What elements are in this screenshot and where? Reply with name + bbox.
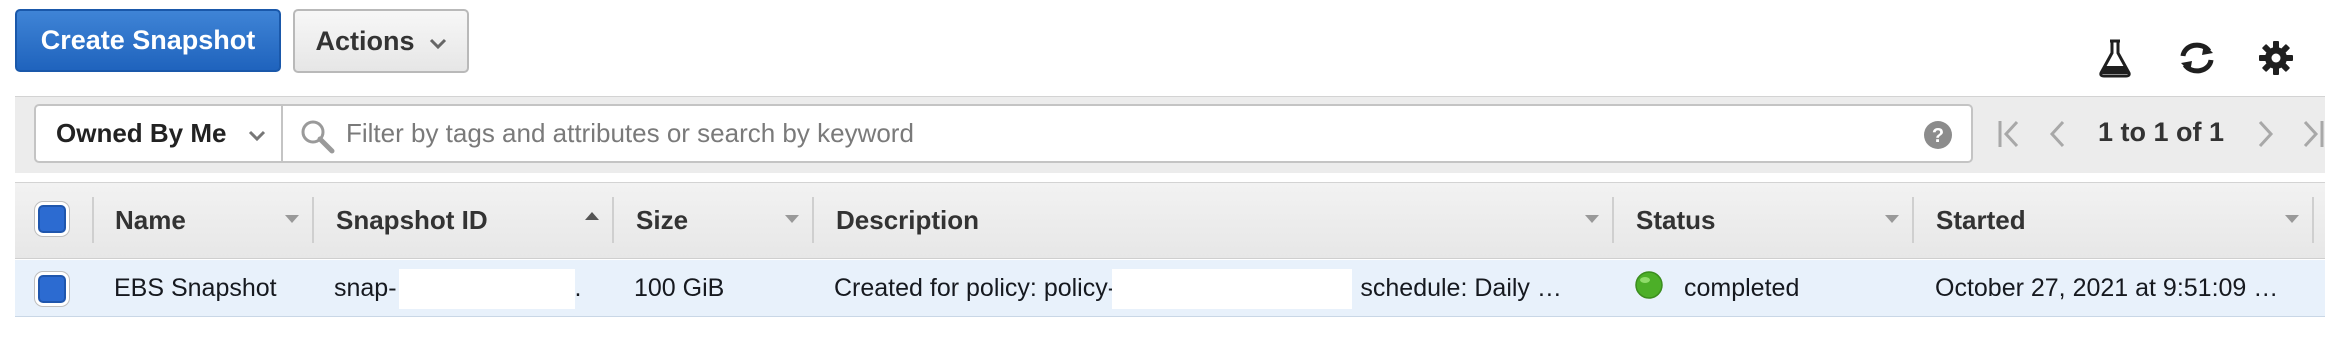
- row-snapshot-id-cell: snap- .: [334, 260, 582, 317]
- column-header-status[interactable]: Status: [1636, 182, 1715, 259]
- row-description-cell: Created for policy: policy-( schedule: D…: [834, 260, 1562, 317]
- column-header-snapshot-id[interactable]: Snapshot ID: [336, 182, 488, 259]
- svg-text:?: ?: [1932, 125, 1944, 147]
- column-divider: [92, 197, 94, 243]
- owner-filter-dropdown[interactable]: Owned By Me: [34, 104, 283, 163]
- flask-icon[interactable]: [2093, 36, 2137, 80]
- status-indicator-icon: [1634, 270, 1664, 307]
- column-divider: [2312, 197, 2314, 243]
- create-snapshot-button[interactable]: Create Snapshot: [15, 9, 281, 72]
- sort-caret-icon[interactable]: [1585, 215, 1599, 223]
- actions-label: Actions: [315, 25, 415, 56]
- column-header-size[interactable]: Size: [636, 182, 688, 259]
- pagination-text: 1 to 1 of 1: [2098, 117, 2225, 147]
- column-divider: [812, 197, 814, 243]
- column-divider: [1912, 197, 1914, 243]
- search-box[interactable]: ?: [283, 104, 1973, 163]
- search-input[interactable]: [346, 106, 1886, 161]
- row-checkbox[interactable]: [38, 275, 66, 303]
- refresh-icon[interactable]: [2175, 36, 2219, 80]
- redacted-block: [1112, 268, 1353, 309]
- first-page-icon[interactable]: [1997, 118, 2021, 155]
- column-divider: [1612, 197, 1614, 243]
- sort-caret-icon[interactable]: [285, 215, 299, 223]
- column-divider: [612, 197, 614, 243]
- row-name-cell: EBS Snapshot: [114, 274, 277, 302]
- column-divider: [312, 197, 314, 243]
- chevron-down-icon: [248, 118, 266, 149]
- sort-ascending-icon[interactable]: [585, 212, 599, 220]
- column-header-description[interactable]: Description: [836, 182, 979, 259]
- help-icon[interactable]: ?: [1923, 120, 1953, 155]
- sort-caret-icon[interactable]: [785, 215, 799, 223]
- column-header-started[interactable]: Started: [1936, 182, 2026, 259]
- search-icon: [299, 118, 335, 159]
- sort-caret-icon[interactable]: [2285, 215, 2299, 223]
- row-size-cell: 100 GiB: [634, 274, 725, 302]
- row-started-cell: October 27, 2021 at 9:51:09 …: [1935, 274, 2279, 302]
- chevron-down-icon: [429, 26, 447, 57]
- column-header-name[interactable]: Name: [115, 182, 186, 259]
- owner-filter-label: Owned By Me: [56, 118, 227, 148]
- previous-page-icon[interactable]: [2046, 118, 2068, 155]
- select-all-checkbox[interactable]: [38, 205, 66, 233]
- next-page-icon[interactable]: [2255, 118, 2277, 155]
- last-page-icon[interactable]: [2302, 118, 2325, 155]
- sort-caret-icon[interactable]: [1885, 215, 1899, 223]
- gear-icon[interactable]: [2254, 36, 2298, 80]
- row-status-cell: completed: [1634, 260, 1799, 317]
- actions-dropdown-button[interactable]: Actions: [293, 9, 469, 73]
- redacted-block: [398, 268, 575, 309]
